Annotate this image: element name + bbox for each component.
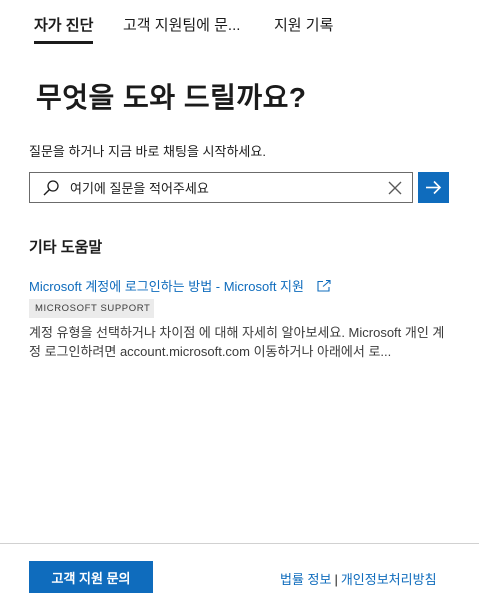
help-article-description: 계정 유형을 선택하거나 차이점 에 대해 자세히 알아보세요. Microso… — [29, 325, 445, 359]
tab-support-history[interactable]: 지원 기록 — [274, 14, 333, 35]
other-help-title: 기타 도움말 — [29, 239, 103, 256]
legal-info-link[interactable]: 법률 정보 — [280, 572, 331, 587]
tab-self-help-label: 자가 진단 — [34, 17, 94, 34]
arrow-right-icon — [426, 180, 442, 195]
help-article-link[interactable]: Microsoft 계정에 로그인하는 방법 - Microsoft 지원 — [29, 276, 331, 295]
tab-self-help[interactable]: 자가 진단 — [34, 14, 94, 44]
tab-contact-support-label: 고객 지원팀에 문... — [123, 17, 241, 34]
help-article-link-text: Microsoft 계정에 로그인하는 방법 - Microsoft 지원 — [29, 279, 304, 294]
privacy-policy-link[interactable]: 개인정보처리방침 — [341, 572, 437, 587]
source-badge: MICROSOFT SUPPORT — [29, 299, 154, 318]
tab-support-history-label: 지원 기록 — [274, 17, 334, 34]
tab-bar: 자가 진단 고객 지원팀에 문... 지원 기록 — [0, 0, 479, 46]
footer-links: 법률 정보 | 개인정보처리방침 — [280, 569, 437, 588]
search-box — [29, 172, 413, 203]
submit-search-button[interactable] — [418, 172, 449, 203]
contact-support-button[interactable]: 고객 지원 문의 — [29, 561, 153, 593]
footer-separator: | — [334, 572, 338, 587]
search-icon — [43, 180, 59, 196]
open-external-icon — [317, 279, 331, 292]
search-input[interactable] — [70, 177, 370, 199]
page-title: 무엇을 도와 드릴까요? — [36, 82, 307, 113]
tab-contact-support[interactable]: 고객 지원팀에 문... — [123, 14, 240, 35]
close-icon[interactable] — [387, 180, 403, 196]
page-subtitle: 질문을 하거나 지금 바로 채팅을 시작하세요. — [29, 144, 266, 159]
footer-divider — [0, 543, 479, 544]
active-tab-indicator — [34, 41, 94, 44]
